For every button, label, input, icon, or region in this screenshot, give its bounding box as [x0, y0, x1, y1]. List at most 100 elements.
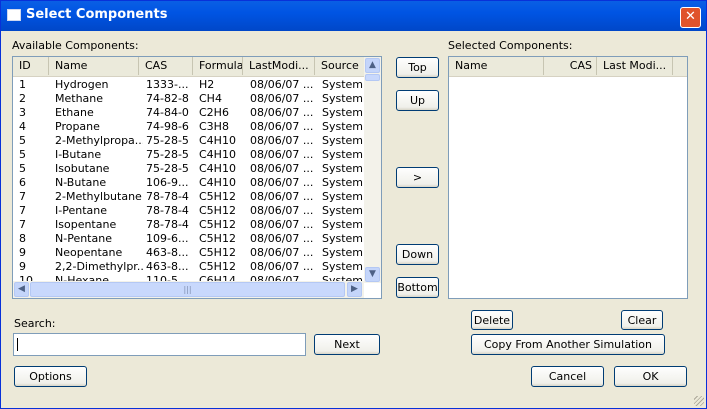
table-row[interactable]: 5 I-Butane 75-28-5 C4H10 08/06/07 ... System — [13, 148, 366, 162]
cell-lastmodified: 08/06/07 ... — [250, 106, 314, 119]
cell-lastmodified: 08/06/07 ... — [250, 176, 314, 189]
cell-lastmodified: 08/06/07 ... — [250, 162, 314, 175]
selected-column-header-name[interactable]: Name — [449, 57, 544, 75]
selected-column-header-lastmodified[interactable]: Last Modi... — [597, 57, 673, 75]
search-input[interactable] — [13, 333, 306, 356]
available-components-list[interactable]: ID Name CAS Formula LastModi... Source 1… — [12, 56, 382, 299]
cell-formula: C4H10 — [199, 176, 236, 189]
cell-cas: 75-28-5 — [146, 148, 189, 161]
cell-source: System — [322, 246, 364, 259]
table-row[interactable]: 8 N-Pentane 109-6... C5H12 08/06/07 ... Syste… — [13, 232, 366, 246]
cell-id: 6 — [19, 176, 26, 189]
cell-name: N-Butane — [55, 176, 107, 189]
column-header-lastmodified[interactable]: LastModi... — [243, 57, 315, 75]
table-row[interactable]: 9 2,2-Dimethylpr... 463-8... C5H12 08/06/07 … — [13, 260, 366, 274]
cell-id: 5 — [19, 162, 26, 175]
table-row[interactable]: 2 Methane 74-82-8 CH4 08/06/07 ... System — [13, 92, 366, 106]
next-button[interactable]: Next — [314, 334, 380, 355]
cell-source: System — [322, 134, 364, 147]
cell-name: Neopentane — [55, 246, 123, 259]
title-bar: Select Components ✕ — [1, 1, 706, 31]
cell-formula: C5H12 — [199, 190, 236, 203]
selected-components-label: Selected Components: — [448, 39, 573, 52]
cell-formula: C2H6 — [199, 106, 229, 119]
move-up-button[interactable]: Up — [396, 90, 439, 111]
selected-components-list[interactable]: Name CAS Last Modi... — [448, 56, 688, 299]
options-button[interactable]: Options — [14, 366, 87, 387]
ok-button[interactable]: OK — [614, 366, 687, 387]
table-row[interactable]: 7 I-Pentane 78-78-4 C5H12 08/06/07 ... System — [13, 204, 366, 218]
scroll-left-arrow-icon[interactable]: ◀ — [14, 282, 29, 297]
cell-cas: 463-8... — [146, 246, 189, 259]
table-row[interactable]: 7 2-Methylbutane 78-78-4 C5H12 08/06/07 ... S… — [13, 190, 366, 204]
cell-formula: C5H12 — [199, 232, 236, 245]
column-header-formula[interactable]: Formula — [193, 57, 243, 75]
cell-source: System — [322, 260, 364, 273]
text-caret — [17, 338, 18, 351]
cell-source: System — [322, 92, 364, 105]
table-row[interactable]: 4 Propane 74-98-6 C3H8 08/06/07 ... System — [13, 120, 366, 134]
cell-id: 3 — [19, 106, 26, 119]
cell-source: System — [322, 106, 364, 119]
table-row[interactable]: 9 Neopentane 463-8... C5H12 08/06/07 ... Syst… — [13, 246, 366, 260]
cell-id: 9 — [19, 246, 26, 259]
cell-cas: 78-78-4 — [146, 218, 189, 231]
cell-lastmodified: 08/06/07 ... — [250, 204, 314, 217]
cancel-button[interactable]: Cancel — [531, 366, 604, 387]
cell-name: Hydrogen — [55, 78, 109, 91]
available-list-header: ID Name CAS Formula LastModi... Source — [13, 57, 366, 77]
cell-name: 2-Methylbutane — [55, 190, 142, 203]
cell-source: System — [322, 190, 364, 203]
cell-id: 5 — [19, 148, 26, 161]
add-component-button[interactable]: > — [396, 167, 439, 188]
table-row[interactable]: 5 2-Methylpropa... 75-28-5 C4H10 08/06/07 ..… — [13, 134, 366, 148]
available-horizontal-scrollbar[interactable]: ◀ ||| ▶ — [13, 281, 364, 298]
cell-id: 9 — [19, 260, 26, 273]
table-row[interactable]: 6 N-Butane 106-9... C4H10 08/06/07 ... System — [13, 176, 366, 190]
cell-source: System — [322, 162, 364, 175]
table-row[interactable]: 3 Ethane 74-84-0 C2H6 08/06/07 ... System — [13, 106, 366, 120]
cell-formula: C5H12 — [199, 260, 236, 273]
search-label: Search: — [14, 317, 56, 330]
move-bottom-button[interactable]: Bottom — [396, 277, 439, 298]
cell-name: N-Pentane — [55, 232, 112, 245]
available-components-label: Available Components: — [12, 39, 139, 52]
resize-grip-icon[interactable] — [694, 396, 704, 406]
cell-source: System — [322, 148, 364, 161]
horizontal-scroll-thumb[interactable]: ||| — [30, 282, 345, 297]
column-header-name[interactable]: Name — [49, 57, 139, 75]
cell-cas: 75-28-5 — [146, 162, 189, 175]
available-vertical-scrollbar[interactable]: ▲ ▼ — [364, 57, 381, 283]
cell-cas: 106-9... — [146, 176, 189, 189]
cell-source: System — [322, 232, 364, 245]
cell-lastmodified: 08/06/07 ... — [250, 92, 314, 105]
cell-formula: C4H10 — [199, 148, 236, 161]
selected-column-header-cas[interactable]: CAS — [544, 57, 597, 75]
table-row[interactable]: 5 Isobutane 75-28-5 C4H10 08/06/07 ... System — [13, 162, 366, 176]
cell-cas: 78-78-4 — [146, 204, 189, 217]
cell-formula: C3H8 — [199, 120, 229, 133]
cell-lastmodified: 08/06/07 ... — [250, 260, 314, 273]
copy-from-another-simulation-button[interactable]: Copy From Another Simulation — [471, 334, 665, 355]
cell-name: I-Butane — [55, 148, 102, 161]
cell-name: Isopentane — [55, 218, 117, 231]
delete-button[interactable]: Delete — [471, 310, 513, 330]
move-top-button[interactable]: Top — [396, 57, 439, 78]
vertical-scroll-thumb[interactable] — [365, 74, 380, 81]
scroll-right-arrow-icon[interactable]: ▶ — [347, 282, 362, 297]
scroll-down-arrow-icon[interactable]: ▼ — [365, 267, 380, 282]
move-down-button[interactable]: Down — [396, 244, 439, 265]
scroll-up-arrow-icon[interactable]: ▲ — [365, 58, 380, 73]
table-row[interactable]: 7 Isopentane 78-78-4 C5H12 08/06/07 ... Syste… — [13, 218, 366, 232]
column-header-cas[interactable]: CAS — [139, 57, 193, 75]
cell-id: 4 — [19, 120, 26, 133]
clear-button[interactable]: Clear — [621, 310, 663, 330]
cell-cas: 74-98-6 — [146, 120, 189, 133]
cell-formula: C5H12 — [199, 204, 236, 217]
column-header-source[interactable]: Source — [315, 57, 366, 75]
table-row[interactable]: 1 Hydrogen 1333-... H2 08/06/07 ... System — [13, 78, 366, 92]
column-header-id[interactable]: ID — [13, 57, 49, 75]
close-button[interactable]: ✕ — [680, 7, 701, 28]
cell-id: 7 — [19, 218, 26, 231]
cell-source: System — [322, 120, 364, 133]
